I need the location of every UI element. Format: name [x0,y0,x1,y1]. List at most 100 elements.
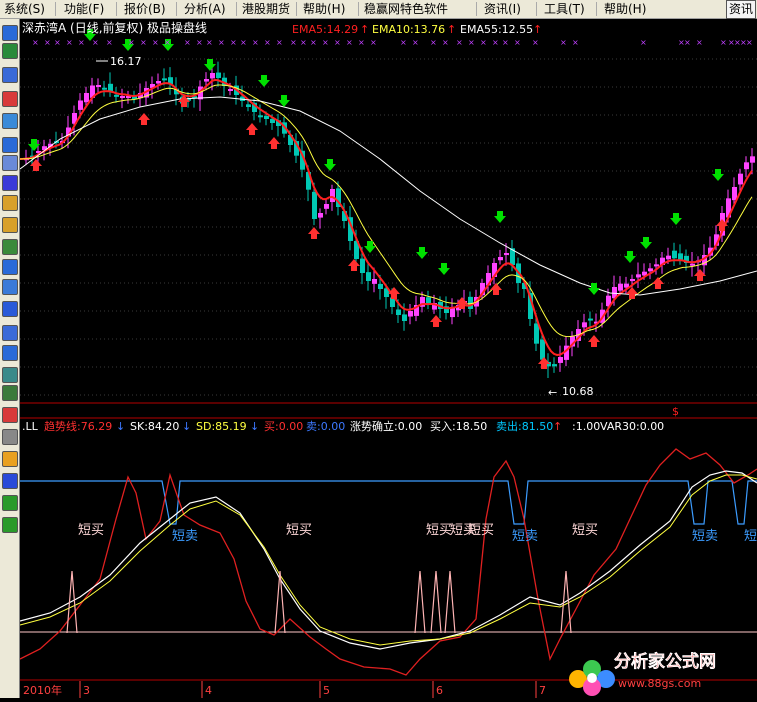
buy-value: 买:0.00 [264,420,303,433]
dollar-icon: $ [672,405,679,418]
formula-icon[interactable] [2,259,18,275]
ema10-label: EMA10:13.76 [372,23,445,36]
users-icon[interactable] [2,239,18,255]
candle-body [666,255,671,260]
short-buy-spike [66,570,78,634]
swap-icon[interactable] [2,385,18,401]
buy-arrow-icon [490,283,502,295]
etf-icon[interactable] [2,301,18,317]
menu-bar: 系统(S) 功能(F) 报价(B) 分析(A) 港股期货 帮助(H) 稳赢网特色… [0,0,757,19]
sell-arrow-icon [416,247,428,259]
funds-icon[interactable] [2,195,18,211]
line-chart-icon[interactable] [2,91,18,107]
x-marker: × [560,38,567,47]
rsi-icon[interactable] [2,345,18,361]
x-marker: × [456,38,463,47]
x-marker: × [370,38,377,47]
indicator-name: .LL [22,420,39,433]
menu-quotes[interactable]: 报价(B) [124,2,166,16]
x-marker: × [152,38,159,47]
watermark-url: www.88gs.com [618,677,701,690]
menu-hk-futures[interactable]: 港股期货 [242,2,290,16]
menu-system[interactable]: 系统(S) [4,2,45,16]
sell-out-line [20,480,757,525]
candle-body [108,83,113,91]
wrench-icon[interactable] [2,429,18,445]
x-marker: × [514,38,521,47]
menu-news[interactable]: 资讯(I) [484,2,521,16]
ema5-line [19,78,753,357]
pencil-icon[interactable] [2,451,18,467]
x-marker: × [684,38,691,47]
alert-icon[interactable] [2,217,18,233]
ema-lines [19,78,757,357]
candle-body [558,357,563,363]
x-marker: × [746,38,753,47]
menu-tools[interactable]: 工具(T) [544,2,585,16]
candle-body [102,87,107,90]
f10-icon[interactable] [2,175,18,191]
trend-line [19,448,757,676]
menu-separator [176,2,177,16]
x-marker: × [54,38,61,47]
x-marker: × [44,38,51,47]
time-label-month: 7 [539,684,546,697]
sd-line [19,474,757,646]
buy-in-value: 买入:18.50 [430,420,487,433]
candle-body [84,93,89,103]
candle-body [636,274,641,278]
x-marker: × [276,38,283,47]
candle-body [396,309,401,315]
x-marker: × [502,38,509,47]
short-sell-label: 短卖 [172,529,198,544]
menu-separator [116,2,117,16]
x-marker: × [140,38,147,47]
candle-body [402,314,407,321]
top-markers: × × × × × × × × × × × × × × × × × × × × × × × × × × × × × × × × × × × × × × × ×… [32,38,753,47]
sell-arrow-icon [258,75,270,87]
menu-help-2[interactable]: 帮助(H) [604,2,646,16]
up-arrow-icon[interactable] [2,495,18,511]
ema5-arrow: ↑ [360,23,369,36]
chart-icon[interactable] [2,43,18,59]
menu-analysis[interactable]: 分析(A) [184,2,226,16]
ema5-label: EMA5:14.29 [292,23,358,36]
menu-separator [236,2,237,16]
news-button[interactable]: 资讯 [726,0,756,19]
sk-arrow: ↓ [182,420,191,433]
x-marker: × [32,38,39,47]
stats-icon[interactable] [2,367,18,383]
down-arrow-icon[interactable] [2,517,18,533]
x-marker: × [184,38,191,47]
sk-label: SK:84.20 [130,420,179,433]
candle-body [750,156,755,163]
list-icon[interactable] [2,67,18,83]
buy-arrow-icon [588,335,600,347]
search-icon[interactable] [2,279,18,295]
x-marker: × [128,38,135,47]
menu-function[interactable]: 功能(F) [64,2,104,16]
menu-special-software[interactable]: 稳赢网特色软件 [364,2,448,16]
report-icon[interactable] [2,137,18,153]
move-icon[interactable] [2,473,18,489]
menu-help[interactable]: 帮助(H) [303,2,345,16]
sell-arrow-icon [670,213,682,225]
grid-icon[interactable] [2,25,18,41]
candle-icon[interactable] [2,113,18,129]
wave-icon[interactable] [2,325,18,341]
short-buy-label: 短买 [572,523,598,538]
menu-separator [596,2,597,16]
x-marker: × [230,38,237,47]
buy-arrow-icon [308,227,320,239]
candle-body [216,72,221,78]
x-marker: × [92,38,99,47]
x-marker: × [322,38,329,47]
candle-body [732,187,737,201]
sell-arrow-icon [640,237,652,249]
table-icon[interactable] [2,155,18,171]
candle-body [744,162,749,170]
chart-area[interactable]: × × × × × × × × × × × × × × × × × × × × × × × × × × × × × × × × × × × × × × × ×… [19,19,757,698]
sell-out-value: 卖出:81.50 [496,419,553,433]
dollar-icon[interactable] [2,407,18,423]
candle-body [654,264,659,267]
